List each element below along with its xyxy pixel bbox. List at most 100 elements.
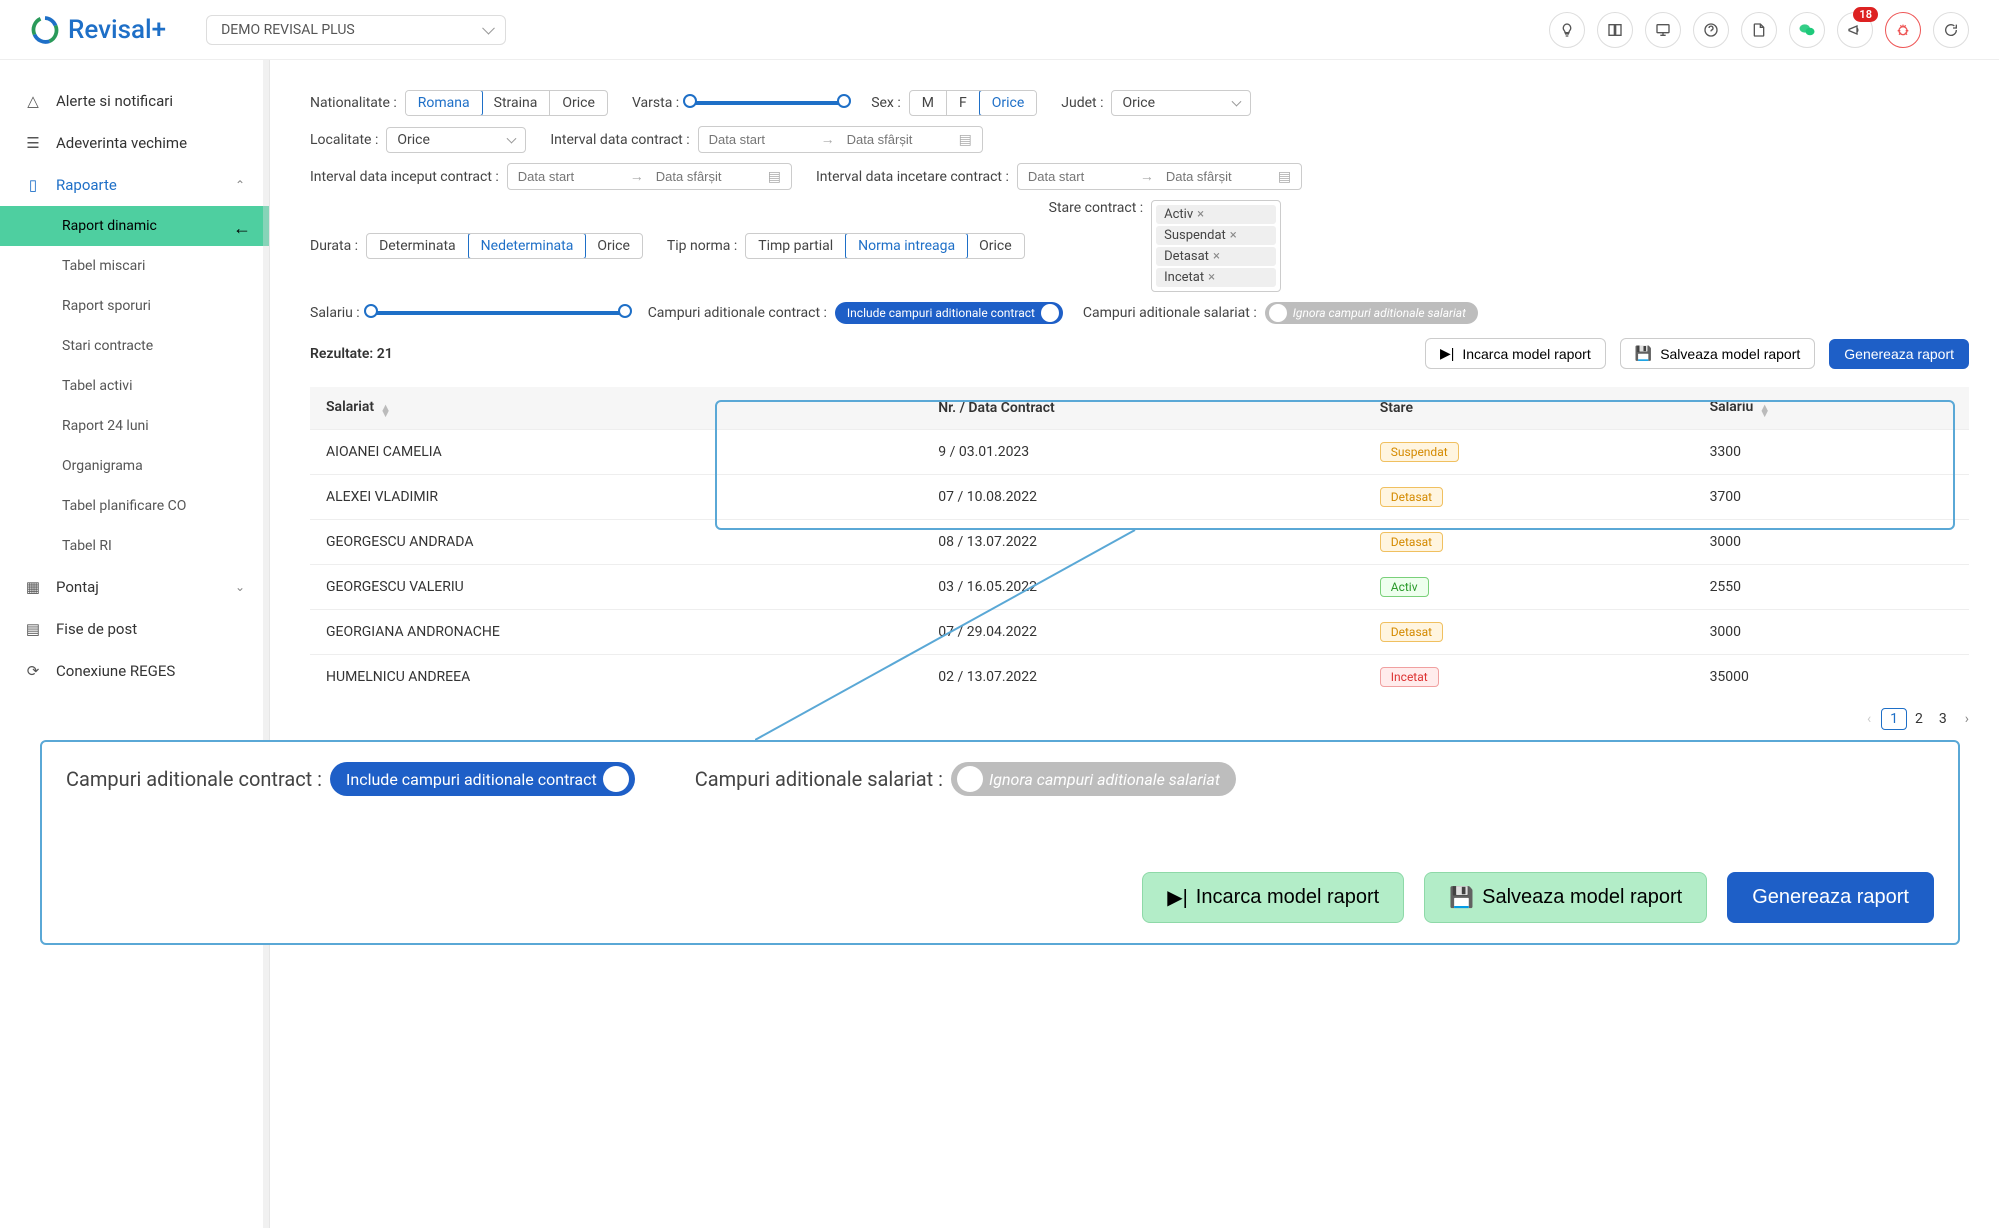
stare-tag-incetat[interactable]: Incetat × <box>1156 268 1276 287</box>
page-2[interactable]: 2 <box>1907 709 1931 729</box>
sidebar-sub-tabel-miscari[interactable]: Tabel miscari <box>0 246 269 286</box>
table-row[interactable]: ALEXEI VLADIMIR07 / 10.08.2022Detasat370… <box>310 475 1969 520</box>
durata-filter: Durata : DeterminataNedeterminataOrice <box>310 233 643 259</box>
interval-contract-range[interactable]: → ▤ <box>698 126 983 153</box>
brand-text: Revisal+ <box>68 15 166 45</box>
col-salariat[interactable]: Salariat▲▼ <box>310 387 922 430</box>
generate-report-button[interactable]: Genereaza raport <box>1829 339 1969 369</box>
sidebar-sub-raport-sporuri[interactable]: Raport sporuri <box>0 286 269 326</box>
stare-tag-activ[interactable]: Activ × <box>1156 205 1276 224</box>
judet-select[interactable]: Orice <box>1111 90 1251 116</box>
date-end-input[interactable] <box>1166 169 1266 184</box>
grid-icon: ▦ <box>24 578 42 596</box>
zoom-save-button[interactable]: 💾Salveaza model raport <box>1424 872 1707 923</box>
tenant-selector[interactable]: DEMO REVISAL PLUS <box>206 15 506 45</box>
zoom-campuri-contract-toggle[interactable]: Include campuri aditionale contract <box>330 762 635 796</box>
seg-dur-opt-nedeterminata[interactable]: Nedeterminata <box>468 233 587 259</box>
col-stare[interactable]: Stare <box>1364 387 1694 430</box>
zoom-load-button[interactable]: ▶|Incarca model raport <box>1142 872 1404 923</box>
load-model-button[interactable]: ▶|Incarca model raport <box>1425 338 1606 369</box>
date-end-input[interactable] <box>656 169 756 184</box>
sidebar-item-pontaj[interactable]: ▦Pontaj⌄ <box>0 566 269 608</box>
interval-inceput-range[interactable]: → ▤ <box>507 163 792 190</box>
wechat-icon[interactable] <box>1789 12 1825 48</box>
seg-sex-opt-m[interactable]: M <box>910 91 947 115</box>
campuri-contract-toggle[interactable]: Include campuri aditionale contract <box>835 302 1063 324</box>
tag-remove-icon[interactable]: × <box>1213 249 1220 264</box>
salariu-slider[interactable] <box>368 311 628 315</box>
cell-salariat: GEORGESCU VALERIU <box>310 565 922 610</box>
tag-remove-icon[interactable]: × <box>1197 207 1204 222</box>
sidebar-item-rapoarte[interactable]: ▯Rapoarte⌃ <box>0 164 269 206</box>
page-prev[interactable]: ‹ <box>1867 711 1871 727</box>
campuri-salariat-toggle[interactable]: Ignora campuri aditionale salariat <box>1265 302 1478 324</box>
cell-salariu: 35000 <box>1694 655 1969 700</box>
stare-tags[interactable]: Activ × Suspendat × Detasat × Incetat × <box>1151 200 1281 292</box>
seg-norma-opt-timp partial[interactable]: Timp partial <box>746 234 846 258</box>
table-row[interactable]: GEORGESCU ANDRADA08 / 13.07.2022Detasat3… <box>310 520 1969 565</box>
zoom-campuri-salariat-toggle[interactable]: Ignora campuri aditionale salariat <box>951 762 1236 796</box>
calendar-icon: ▤ <box>768 169 781 185</box>
sidebar-sub-tabel-ri[interactable]: Tabel RI <box>0 526 269 566</box>
sidebar-sub-raport-24-luni[interactable]: Raport 24 luni <box>0 406 269 446</box>
seg-norma-opt-orice[interactable]: Orice <box>967 234 1024 258</box>
stare-tag-suspendat[interactable]: Suspendat × <box>1156 226 1276 245</box>
stare-tag-detasat[interactable]: Detasat × <box>1156 247 1276 266</box>
table-row[interactable]: GEORGESCU VALERIU03 / 16.05.2022Activ255… <box>310 565 1969 610</box>
sidebar-sub-stari-contracte[interactable]: Stari contracte <box>0 326 269 366</box>
date-start-input[interactable] <box>1028 169 1128 184</box>
monitor-icon[interactable] <box>1645 12 1681 48</box>
page-next[interactable]: › <box>1965 711 1969 727</box>
seg-nat-opt-orice[interactable]: Orice <box>550 91 607 115</box>
tag-remove-icon[interactable]: × <box>1230 228 1237 243</box>
page-1[interactable]: 1 <box>1881 708 1907 730</box>
table-row[interactable]: HUMELNICU ANDREEA02 / 13.07.2022Incetat3… <box>310 655 1969 700</box>
date-start-input[interactable] <box>518 169 618 184</box>
sidebar-sub-tabel-activi[interactable]: Tabel activi <box>0 366 269 406</box>
sidebar-item-alerte[interactable]: △Alerte si notificari <box>0 80 269 122</box>
tag-remove-icon[interactable]: × <box>1208 270 1215 285</box>
page-3[interactable]: 3 <box>1931 709 1955 729</box>
seg-sex-opt-orice[interactable]: Orice <box>979 90 1038 116</box>
file-icon[interactable] <box>1741 12 1777 48</box>
cell-nr-data: 07 / 29.04.2022 <box>922 610 1364 655</box>
status-badge: Suspendat <box>1380 442 1459 462</box>
sidebar-item-adeverinta[interactable]: ☰Adeverinta vechime <box>0 122 269 164</box>
sidebar-item-fise[interactable]: ▤Fise de post <box>0 608 269 650</box>
sex-seg[interactable]: MFOrice <box>909 90 1038 116</box>
announce-icon[interactable]: 18 <box>1837 12 1873 48</box>
col-nr-data-contract[interactable]: Nr. / Data Contract <box>922 387 1364 430</box>
col-salariu[interactable]: Salariu▲▼ <box>1694 387 1969 430</box>
tip-norma-seg[interactable]: Timp partialNorma intreagaOrice <box>745 233 1024 259</box>
help-icon[interactable] <box>1693 12 1729 48</box>
table-row[interactable]: GEORGIANA ANDRONACHE07 / 29.04.2022Detas… <box>310 610 1969 655</box>
bulb-icon[interactable] <box>1549 12 1585 48</box>
seg-dur-opt-orice[interactable]: Orice <box>585 234 642 258</box>
book-icon[interactable] <box>1597 12 1633 48</box>
zoom-generate-button[interactable]: Genereaza raport <box>1727 872 1934 923</box>
varsta-slider[interactable] <box>687 101 847 105</box>
save-model-button[interactable]: 💾Salveaza model raport <box>1620 338 1816 369</box>
localitate-select[interactable]: Orice <box>386 127 526 153</box>
seg-nat-opt-straina[interactable]: Straina <box>482 91 551 115</box>
sidebar-sub-raport-dinamic[interactable]: Raport dinamic <box>0 206 269 246</box>
interval-incetare-range[interactable]: → ▤ <box>1017 163 1302 190</box>
cell-salariu: 2550 <box>1694 565 1969 610</box>
date-end-input[interactable] <box>847 132 947 147</box>
seg-dur-opt-determinata[interactable]: Determinata <box>367 234 469 258</box>
sidebar-sub-organigrama[interactable]: Organigrama <box>0 446 269 486</box>
sex-filter: Sex : MFOrice <box>871 90 1037 116</box>
refresh-icon[interactable] <box>1933 12 1969 48</box>
date-start-input[interactable] <box>709 132 809 147</box>
nationalitate-seg[interactable]: RomanaStrainaOrice <box>405 90 608 116</box>
sort-icon: ▲▼ <box>380 405 391 417</box>
calendar-icon: ▤ <box>1278 169 1291 185</box>
bug-icon[interactable] <box>1885 12 1921 48</box>
durata-seg[interactable]: DeterminataNedeterminataOrice <box>366 233 643 259</box>
sidebar-item-conexiune[interactable]: ⟳Conexiune REGES <box>0 650 269 692</box>
sidebar-sub-tabel-planificare-co[interactable]: Tabel planificare CO <box>0 486 269 526</box>
seg-sex-opt-f[interactable]: F <box>947 91 980 115</box>
seg-nat-opt-romana[interactable]: Romana <box>405 90 483 116</box>
table-row[interactable]: AIOANEI CAMELIA9 / 03.01.2023Suspendat33… <box>310 430 1969 475</box>
seg-norma-opt-norma intreaga[interactable]: Norma intreaga <box>845 233 968 259</box>
